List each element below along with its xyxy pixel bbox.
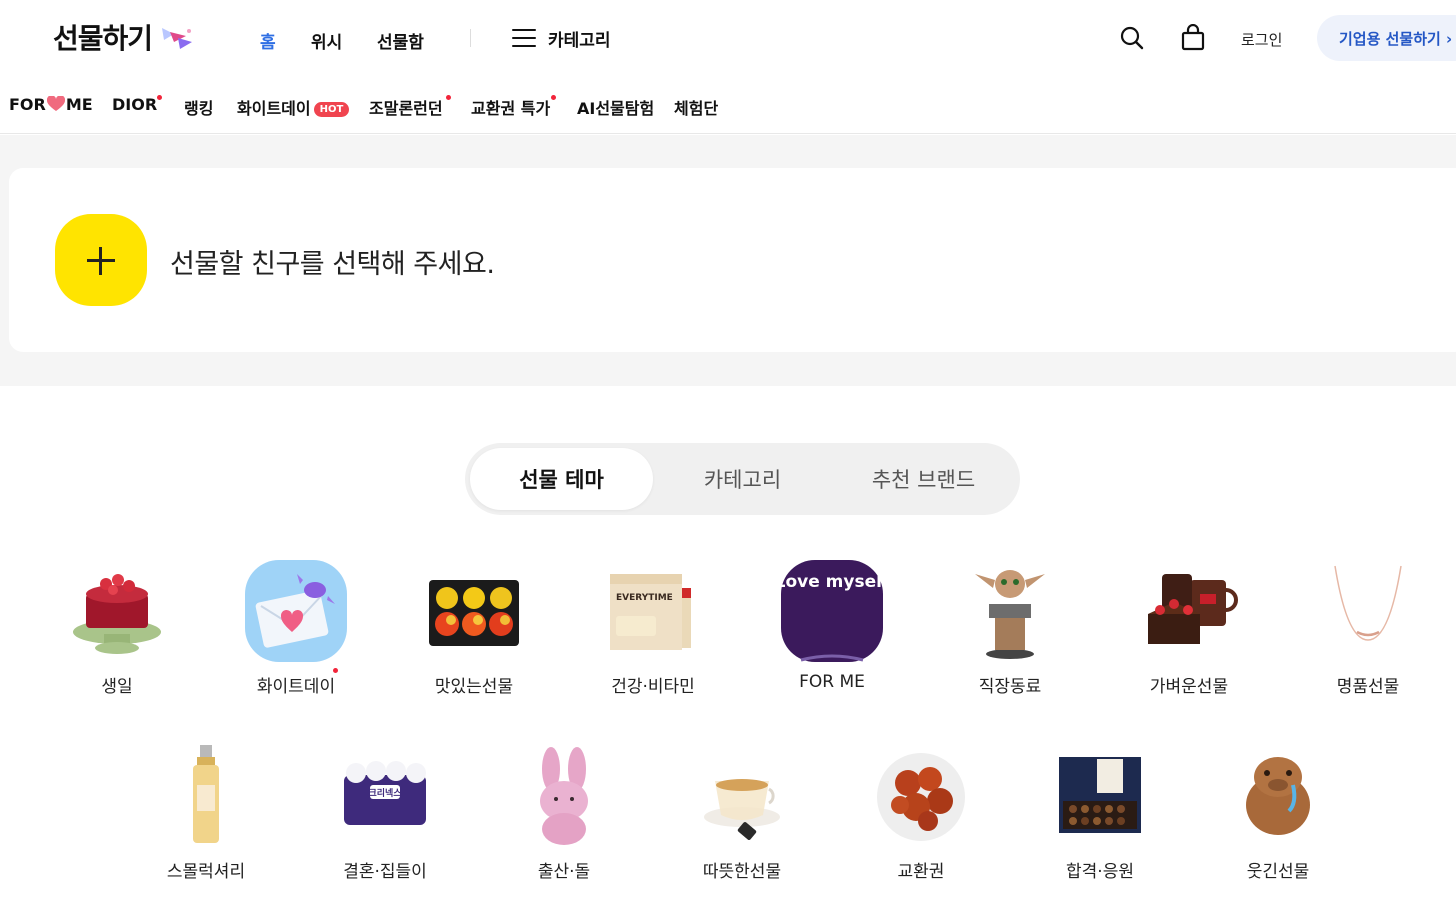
tab-gift-theme[interactable]: 선물 테마 xyxy=(470,448,653,510)
theme-small-luxury[interactable]: 스몰럭셔리 xyxy=(136,745,276,895)
theme-label: 건강·비타민 xyxy=(611,677,695,697)
theme-wedding-housewarming[interactable]: 크리넥스 결혼·집들이 xyxy=(315,745,455,895)
shopping-bag-icon[interactable] xyxy=(1179,24,1207,52)
fried-chicken-icon xyxy=(877,753,965,841)
theme-label: 화이트데이 xyxy=(256,677,336,697)
new-dot xyxy=(551,95,556,100)
tab-category[interactable]: 카테고리 xyxy=(651,448,834,510)
tissue-pack-icon: 크리넥스 xyxy=(344,761,426,825)
heart-icon xyxy=(46,96,65,111)
theme-baby[interactable]: 출산·돌 xyxy=(494,745,634,895)
fruit-box-icon xyxy=(429,580,519,646)
theme-for-me[interactable]: Love myself FOR ME xyxy=(762,560,902,710)
theme-label: 결혼·집들이 xyxy=(343,862,427,882)
theme-label: 교환권 xyxy=(897,862,945,882)
theme-pass-cheer[interactable]: 합격·응원 xyxy=(1030,745,1170,895)
theme-coworker[interactable]: 직장동료 xyxy=(940,560,1080,710)
add-friend-plus-icon[interactable] xyxy=(55,214,147,306)
subnav-experience[interactable]: 체험단 xyxy=(674,95,718,119)
new-dot xyxy=(446,95,451,100)
nav-wish[interactable]: 위시 xyxy=(311,28,342,53)
necklace-icon xyxy=(1334,565,1402,641)
sub-nav: FOR ME DIOR 랭킹 화이트데이 HOT 조말론런던 교환권 특가 AI선물… xyxy=(0,76,1456,134)
theme-whiteday[interactable]: 화이트데이 xyxy=(226,560,366,710)
logo[interactable]: 선물하기 xyxy=(53,17,153,57)
subnav-for-me[interactable]: FOR ME xyxy=(9,95,93,114)
subnav-whiteday[interactable]: 화이트데이 HOT xyxy=(237,95,350,119)
theme-label: 따뜻한선물 xyxy=(702,862,782,882)
select-friend-prompt: 선물할 친구를 선택해 주세요. xyxy=(170,249,495,280)
business-gift-button[interactable]: 기업용 선물하기 › xyxy=(1317,15,1456,61)
tissue-brand-text: 크리넥스 xyxy=(368,787,402,799)
nav-divider xyxy=(470,29,471,47)
new-dot xyxy=(157,95,162,100)
theme-voucher[interactable]: 교환권 xyxy=(851,745,991,895)
perfume-bottle-icon xyxy=(193,745,219,843)
search-icon[interactable] xyxy=(1118,24,1146,52)
theme-label: 스몰럭셔리 xyxy=(166,862,246,882)
chocolate-box-icon xyxy=(1059,757,1141,833)
coffee-cake-icon xyxy=(1148,574,1238,644)
theme-label: 가벼운선물 xyxy=(1149,677,1229,697)
subnav-dior[interactable]: DIOR xyxy=(112,95,157,114)
love-myself-text: Love myself xyxy=(781,572,883,592)
logo-ribbon-icon xyxy=(162,28,192,49)
top-header: 선물하기 홈 위시 선물함 카테고리 로그인 기업용 선물하기 › xyxy=(0,0,1456,76)
theme-label: 명품선물 xyxy=(1336,677,1400,697)
nav-giftbox[interactable]: 선물함 xyxy=(377,28,424,53)
theme-label: 출산·돌 xyxy=(537,862,591,882)
nav-home[interactable]: 홈 xyxy=(260,28,276,53)
section-tabs: 선물 테마 카테고리 추천 브랜드 xyxy=(465,443,1020,515)
theme-label: 직장동료 xyxy=(978,677,1042,697)
tea-cup-icon xyxy=(704,779,780,840)
subnav-ranking[interactable]: 랭킹 xyxy=(184,95,213,119)
subnav-ai-explore[interactable]: AI선물탐험 xyxy=(577,95,654,119)
theme-funny-gift[interactable]: 웃긴선물 xyxy=(1208,745,1348,895)
login-link[interactable]: 로그인 xyxy=(1241,29,1282,50)
subnav-for-me-prefix: FOR xyxy=(9,95,46,114)
theme-birthday[interactable]: 생일 xyxy=(47,560,187,710)
theme-warm-gift[interactable]: 따뜻한선물 xyxy=(672,745,812,895)
bunny-plush-icon xyxy=(540,747,588,845)
vitamin-box-text: EVERYTIME xyxy=(616,593,673,603)
love-myself-badge-icon: Love myself xyxy=(781,560,883,662)
category-menu-button[interactable]: 카테고리 xyxy=(512,24,611,52)
theme-label: FOR ME xyxy=(799,672,865,692)
theme-label: 웃긴선물 xyxy=(1246,862,1310,882)
subnav-voucher-deal[interactable]: 교환권 특가 xyxy=(471,95,550,119)
theme-luxury-gift[interactable]: 명품선물 xyxy=(1298,560,1438,710)
subnav-for-me-suffix: ME xyxy=(65,95,93,114)
vitamin-box-icon: EVERYTIME xyxy=(610,574,691,650)
subnav-whiteday-label: 화이트데이 xyxy=(237,99,311,118)
hot-badge: HOT xyxy=(313,102,350,117)
theme-tasty-gift[interactable]: 맛있는선물 xyxy=(404,560,544,710)
capybara-plush-icon xyxy=(1246,757,1310,835)
hamburger-icon xyxy=(512,28,536,48)
tab-recommended-brand[interactable]: 추천 브랜드 xyxy=(832,448,1015,510)
theme-label: 합격·응원 xyxy=(1066,862,1134,882)
theme-health-vitamin[interactable]: EVERYTIME 건강·비타민 xyxy=(583,560,723,710)
cake-icon xyxy=(73,574,161,654)
subnav-jo-malone[interactable]: 조말론런던 xyxy=(369,95,443,119)
theme-label: 생일 xyxy=(101,677,133,697)
theme-light-gift[interactable]: 가벼운선물 xyxy=(1119,560,1259,710)
love-letter-icon xyxy=(245,560,347,662)
figure-toy-icon xyxy=(975,570,1045,659)
theme-label: 맛있는선물 xyxy=(434,677,514,697)
category-menu-label: 카테고리 xyxy=(548,30,611,51)
